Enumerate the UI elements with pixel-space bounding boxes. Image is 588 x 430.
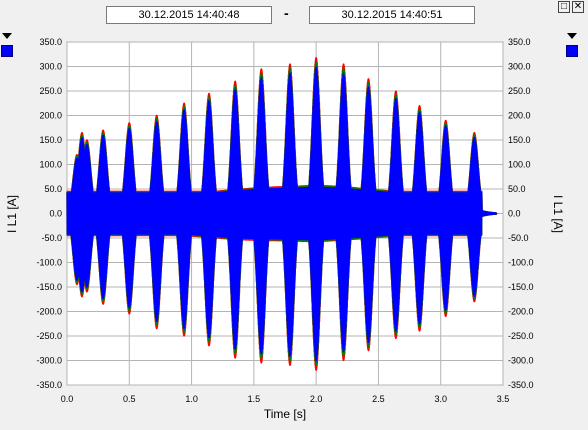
y-tick-labels-left: 350.0 300.0 250.0 200.0 150.0 100.0 50.0 0.0 -50… <box>36 37 62 390</box>
y-tick-label-right: -50.0 <box>508 233 529 243</box>
y-tick-label-right: -200.0 <box>508 307 534 317</box>
y-tick-label-right: 200.0 <box>508 111 531 121</box>
y-tick-label-left: -200.0 <box>36 307 62 317</box>
y-tick-label-right: -250.0 <box>508 331 534 341</box>
x-tick-label: 1.5 <box>248 394 261 404</box>
y-tick-label-left: 50.0 <box>44 184 62 194</box>
x-tick-labels: 0.0 0.5 1.0 1.5 2.0 2.5 3.0 3.5 <box>61 394 510 404</box>
x-tick-label: 3.0 <box>434 394 447 404</box>
y-tick-label-left: 250.0 <box>39 86 62 96</box>
y-tick-label-right: -100.0 <box>508 258 534 268</box>
y-tick-label-left: 300.0 <box>39 62 62 72</box>
y-tick-labels-right: 350.0 300.0 250.0 200.0 150.0 100.0 50.0 0.0 -50… <box>508 37 534 390</box>
y-tick-label-left: 350.0 <box>39 37 62 47</box>
y-tick-label-left: 0.0 <box>49 209 62 219</box>
y-tick-label-left: 100.0 <box>39 160 62 170</box>
y-tick-label-right: 0.0 <box>508 209 521 219</box>
y-tick-label-right: 100.0 <box>508 160 531 170</box>
y-tick-label-right: -300.0 <box>508 356 534 366</box>
y-tick-label-left: 200.0 <box>39 111 62 121</box>
y-axis-label-right: I L1 [A] <box>551 195 565 233</box>
y-tick-label-left: -350.0 <box>36 380 62 390</box>
y-axis-label-left: I L1 [A] <box>5 195 19 233</box>
y-tick-label-left: -50.0 <box>41 233 62 243</box>
y-tick-label-right: 250.0 <box>508 86 531 96</box>
y-tick-label-right: 50.0 <box>508 184 526 194</box>
x-axis-label: Time [s] <box>264 407 306 421</box>
x-tick-label: 2.0 <box>310 394 323 404</box>
y-tick-label-right: 350.0 <box>508 37 531 47</box>
x-tick-label: 3.5 <box>497 394 510 404</box>
y-tick-label-left: -300.0 <box>36 356 62 366</box>
x-tick-label: 1.0 <box>185 394 198 404</box>
y-tick-label-right: 300.0 <box>508 62 531 72</box>
x-tick-label: 2.5 <box>372 394 385 404</box>
y-tick-label-right: 150.0 <box>508 135 531 145</box>
current-chart: 350.0 300.0 250.0 200.0 150.0 100.0 50.0 0.0 -50… <box>5 37 565 421</box>
y-tick-label-left: -250.0 <box>36 331 62 341</box>
y-tick-label-left: -150.0 <box>36 282 62 292</box>
y-tick-label-right: -350.0 <box>508 380 534 390</box>
x-tick-label: 0.0 <box>61 394 74 404</box>
y-tick-label-left: -100.0 <box>36 258 62 268</box>
y-tick-label-right: -150.0 <box>508 282 534 292</box>
x-tick-label: 0.5 <box>123 394 136 404</box>
y-tick-label-left: 150.0 <box>39 135 62 145</box>
